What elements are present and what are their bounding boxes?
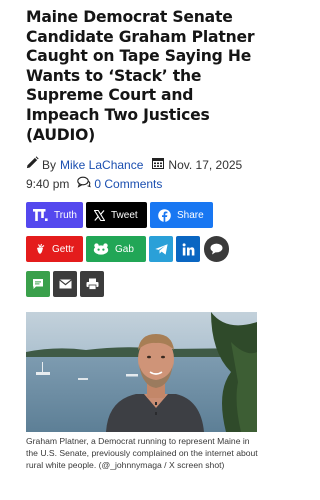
truth-social-icon xyxy=(33,209,48,221)
article-header: Maine Democrat Senate Candidate Graham P… xyxy=(26,8,266,194)
share-email-button[interactable] xyxy=(53,271,77,297)
publish-date: Nov. 17, 2025 xyxy=(168,158,243,173)
facebook-icon xyxy=(158,208,171,222)
publish-time: 9:40 pm xyxy=(26,177,70,192)
speech-bubble-icon xyxy=(210,243,223,255)
share-print-button[interactable] xyxy=(80,271,104,297)
share-gettr-label: Gettr xyxy=(52,243,75,255)
envelope-icon xyxy=(58,279,72,289)
linkedin-icon xyxy=(182,242,195,256)
article-photo xyxy=(26,312,257,432)
comments-icon xyxy=(77,175,92,194)
share-comment-button[interactable] xyxy=(204,236,229,262)
photo-caption: Graham Platner, a Democrat running to re… xyxy=(26,436,258,470)
share-gab-button[interactable]: Gab xyxy=(86,236,146,262)
printer-icon xyxy=(86,278,99,290)
article-meta: By Mike LaChance Nov. 17, 2025 9:40 pm 0… xyxy=(26,156,266,194)
author-link[interactable]: Mike LaChance xyxy=(60,156,143,175)
article-headline: Maine Democrat Senate Candidate Graham P… xyxy=(26,8,255,144)
share-gab-label: Gab xyxy=(115,243,134,255)
share-sms-button[interactable] xyxy=(26,271,50,297)
calendar-icon xyxy=(152,156,165,175)
share-truth-button[interactable]: Truth xyxy=(26,202,83,228)
share-linkedin-button[interactable] xyxy=(176,236,200,262)
share-tweet-label: Tweet xyxy=(111,209,138,221)
pencil-icon xyxy=(26,156,39,175)
share-facebook-label: Share xyxy=(177,209,204,221)
share-tweet-button[interactable]: Tweet xyxy=(86,202,147,228)
x-icon xyxy=(94,209,105,221)
sms-icon xyxy=(32,278,44,290)
share-telegram-button[interactable] xyxy=(149,236,173,262)
share-gettr-button[interactable]: Gettr xyxy=(26,236,83,262)
gettr-icon xyxy=(34,243,46,256)
share-facebook-button[interactable]: Share xyxy=(150,202,213,228)
comments-link[interactable]: 0 Comments xyxy=(94,175,162,194)
telegram-icon xyxy=(154,243,168,255)
gab-icon xyxy=(93,243,109,255)
byline-prefix: By xyxy=(42,158,57,173)
share-truth-label: Truth xyxy=(54,209,77,221)
